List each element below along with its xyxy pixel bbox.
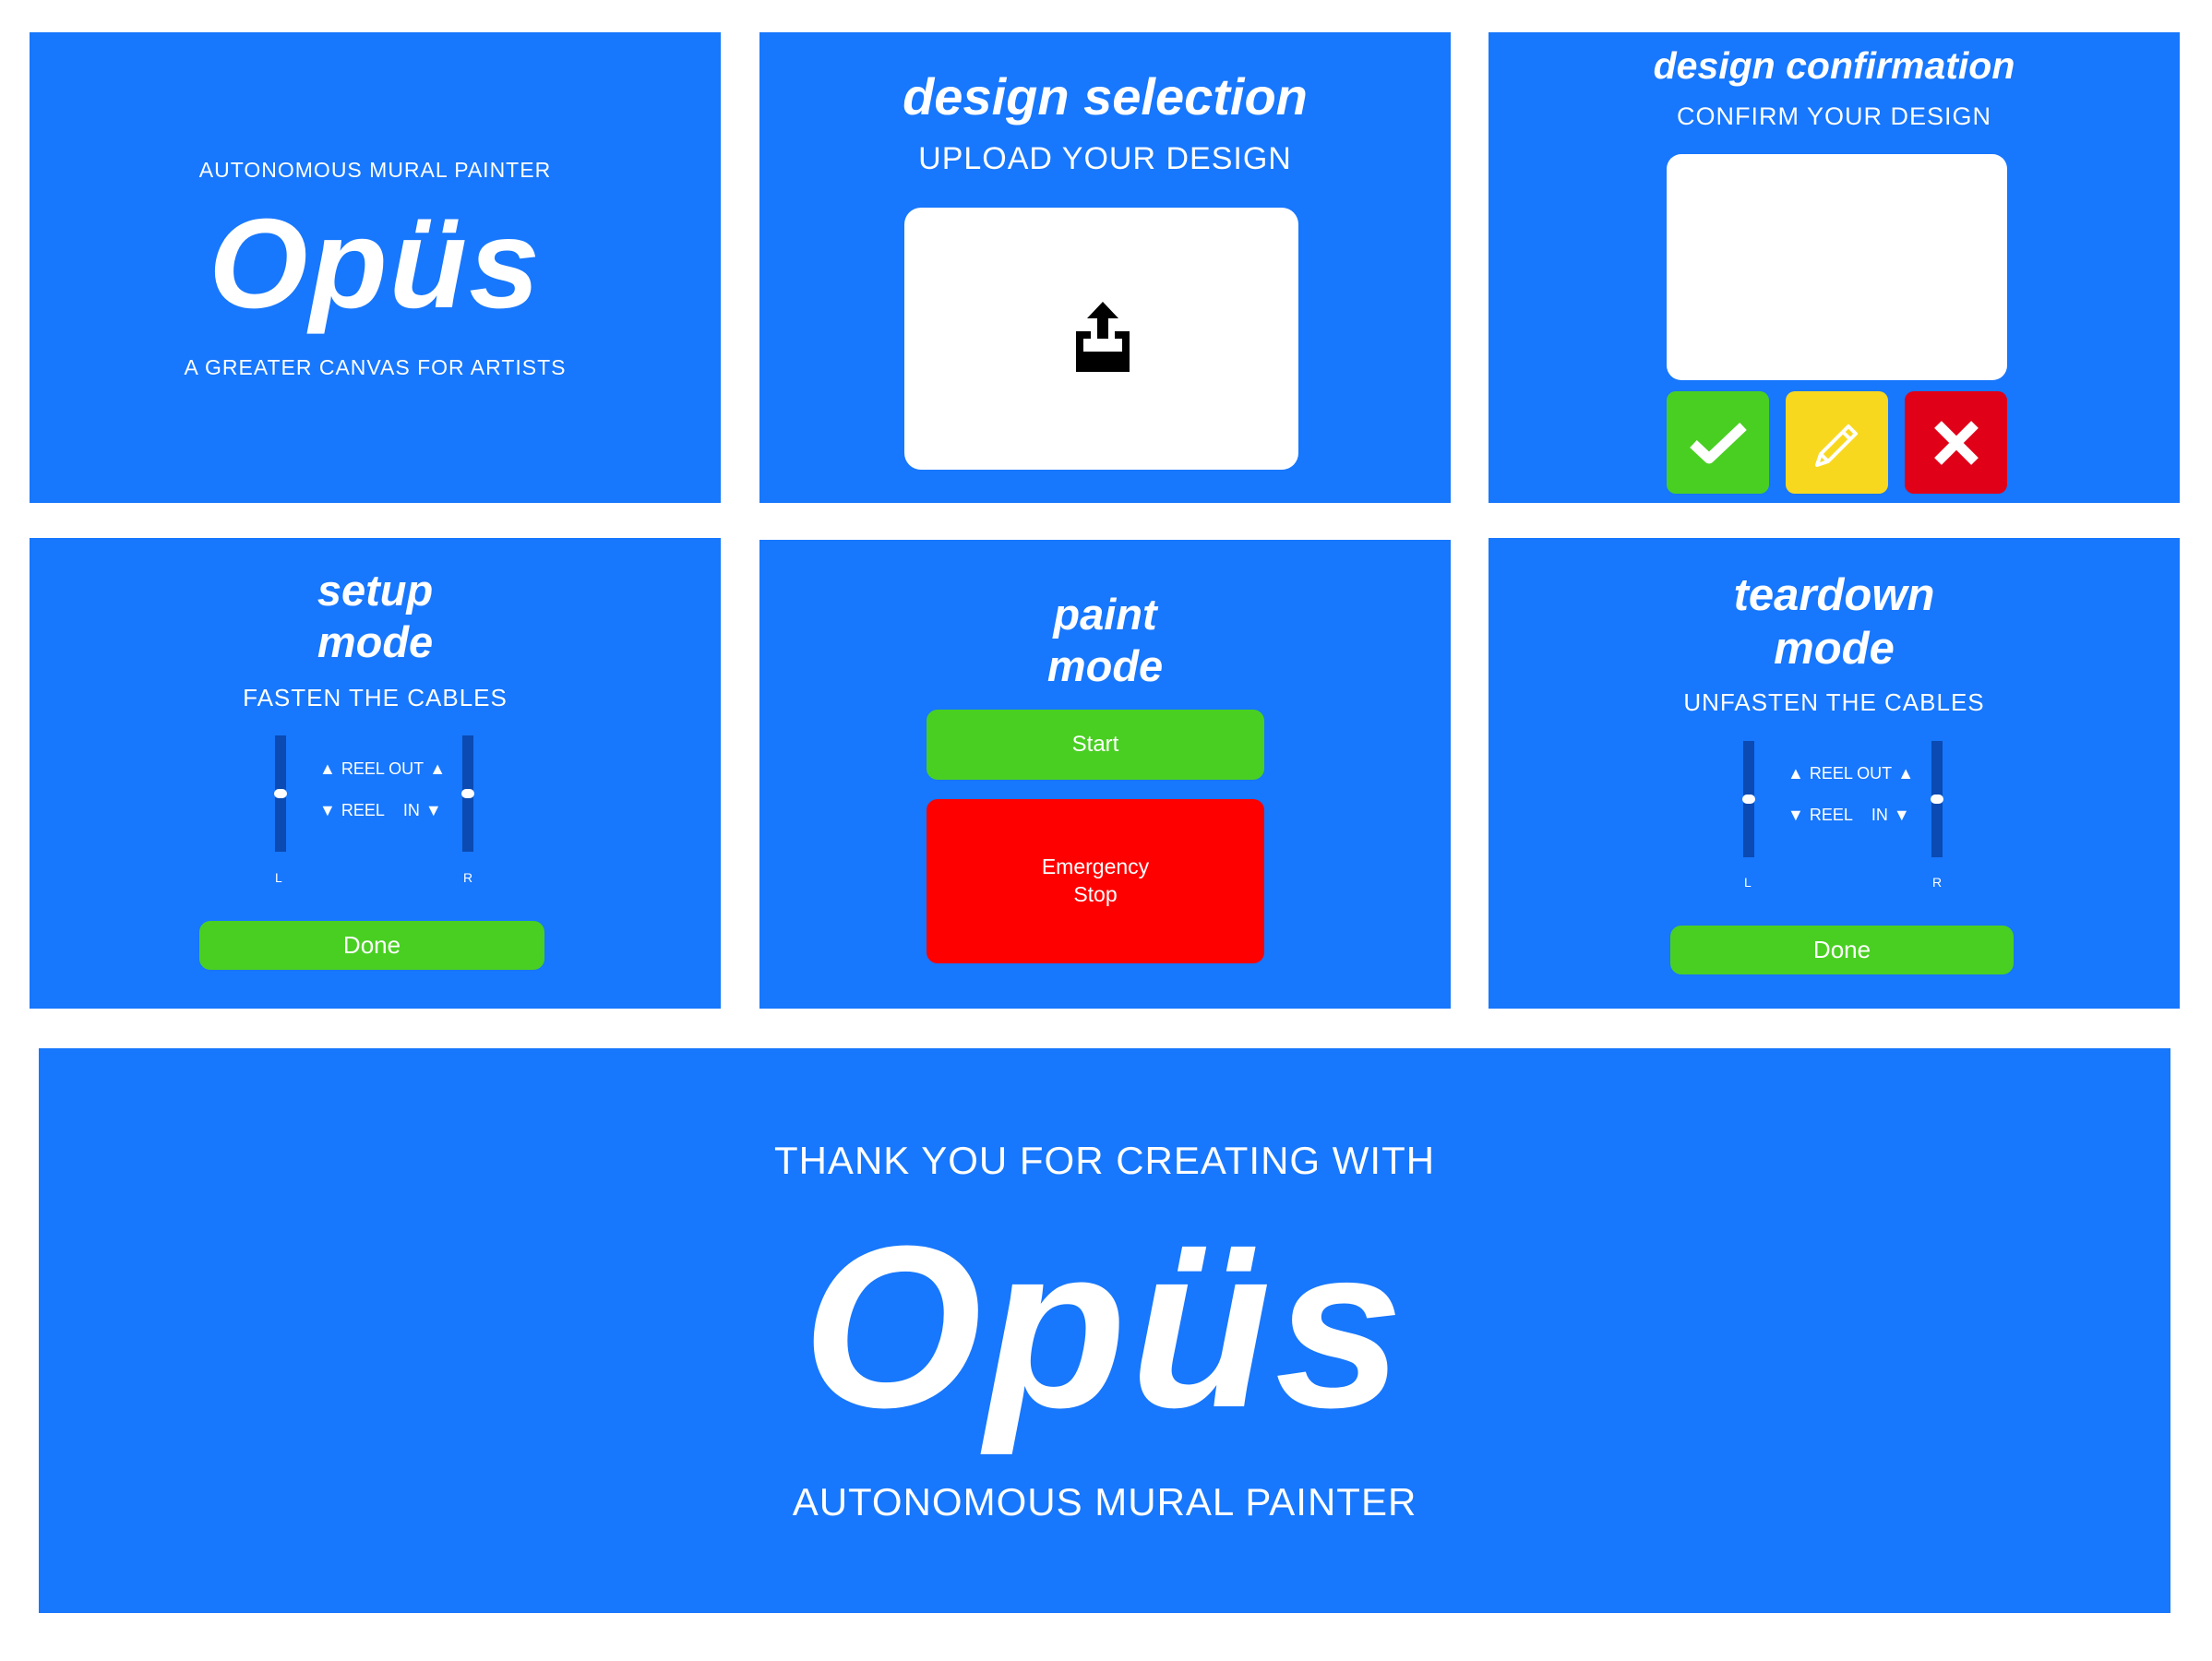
page-subtitle: UNFASTEN THE CABLES (1683, 688, 1985, 716)
splash-tagline-bottom: A GREATER CANVAS FOR ARTISTS (184, 355, 567, 379)
teardown-mode-screen: teardown mode UNFASTEN THE CABLES ▲ REEL … (1489, 538, 2180, 1009)
left-label: L (275, 870, 282, 885)
check-icon (1689, 422, 1747, 463)
close-x-icon (1933, 420, 1979, 465)
slider-handle[interactable] (461, 789, 474, 798)
right-label: R (1932, 875, 1943, 890)
stop-label-line2: Stop (1073, 882, 1118, 906)
pencil-icon (1814, 424, 1858, 467)
thank-you-screen: THANK YOU FOR CREATING WITH Opüs AUTONOM… (39, 1048, 2170, 1613)
reject-button[interactable] (1905, 391, 2007, 494)
splash-logo: Opüs (209, 193, 542, 335)
upload-tray-icon[interactable] (1070, 298, 1135, 374)
reel-in-label-b: IN (1871, 806, 1888, 824)
paint-mode-screen: paint mode Start Emergency Stop (759, 540, 1451, 1009)
page-title: setup (317, 566, 434, 615)
right-cable-slider[interactable] (1931, 741, 1943, 857)
up-arrow-icon: ▲ (1788, 764, 1804, 783)
reel-out-control[interactable]: ▲ REEL OUT ▲ (314, 759, 451, 779)
done-button[interactable]: Done (1670, 926, 2014, 974)
right-cable-slider[interactable] (461, 735, 474, 852)
reel-in-label: REEL (1809, 806, 1853, 824)
down-arrow-icon: ▼ (1788, 806, 1804, 824)
start-button[interactable]: Start (927, 710, 1264, 780)
page-subtitle: UPLOAD YOUR DESIGN (918, 141, 1292, 176)
splash-screen: AUTONOMOUS MURAL PAINTER Opüs A GREATER … (30, 32, 721, 503)
left-cable-slider[interactable] (274, 735, 287, 852)
page-title: teardown (1733, 570, 1935, 620)
left-label: L (1744, 875, 1752, 890)
page-title: design selection (903, 67, 1308, 125)
up-arrow-icon: ▲ (1897, 764, 1915, 783)
down-arrow-icon: ▼ (424, 801, 442, 819)
design-selection-screen: design selection UPLOAD YOUR DESIGN (759, 32, 1451, 503)
reel-in-control[interactable]: ▼ REEL IN ▼ (1782, 806, 1916, 825)
splash-tagline-top: AUTONOMOUS MURAL PAINTER (198, 158, 552, 182)
slider-handle[interactable] (1742, 795, 1755, 804)
up-arrow-icon: ▲ (319, 759, 336, 778)
thank-you-line: THANK YOU FOR CREATING WITH (773, 1139, 1436, 1182)
upload-dropzone[interactable] (904, 208, 1298, 470)
down-arrow-icon: ▼ (319, 801, 336, 819)
confirm-button[interactable] (1667, 391, 1769, 494)
done-button[interactable]: Done (199, 921, 544, 970)
page-title: design confirmation (1653, 44, 2015, 87)
thank-you-tagline: AUTONOMOUS MURAL PAINTER (792, 1480, 1417, 1524)
right-label: R (463, 870, 473, 885)
reel-out-label: REEL OUT (1809, 764, 1893, 783)
left-cable-slider[interactable] (1742, 741, 1755, 857)
reel-out-control[interactable]: ▲ REEL OUT ▲ (1782, 764, 1919, 783)
down-arrow-icon: ▼ (1893, 806, 1910, 824)
slider-handle[interactable] (1931, 795, 1943, 804)
reel-out-label: REEL OUT (341, 759, 424, 778)
setup-mode-screen: setup mode FASTEN THE CABLES ▲ REEL OUT ▲ … (30, 538, 721, 1009)
emergency-stop-button[interactable]: Emergency Stop (927, 799, 1264, 963)
edit-button[interactable] (1786, 391, 1888, 494)
reel-in-label: REEL (341, 801, 385, 819)
up-arrow-icon: ▲ (429, 759, 447, 778)
page-title: paint (1053, 590, 1157, 639)
design-confirmation-screen: design confirmation CONFIRM YOUR DESIGN (1489, 32, 2180, 503)
page-title-line2: mode (1046, 641, 1164, 690)
page-subtitle: CONFIRM YOUR DESIGN (1676, 102, 1992, 130)
page-subtitle: FASTEN THE CABLES (243, 684, 508, 711)
stop-label-line1: Emergency (1041, 854, 1150, 879)
reel-in-label-b: IN (402, 801, 420, 819)
reel-in-control[interactable]: ▼ REEL IN ▼ (314, 801, 448, 820)
page-title-line2: mode (1774, 624, 1895, 674)
thank-you-logo: Opüs (802, 1198, 1407, 1455)
design-preview (1667, 154, 2007, 380)
page-title-line2: mode (317, 617, 434, 666)
slider-handle[interactable] (274, 789, 287, 798)
